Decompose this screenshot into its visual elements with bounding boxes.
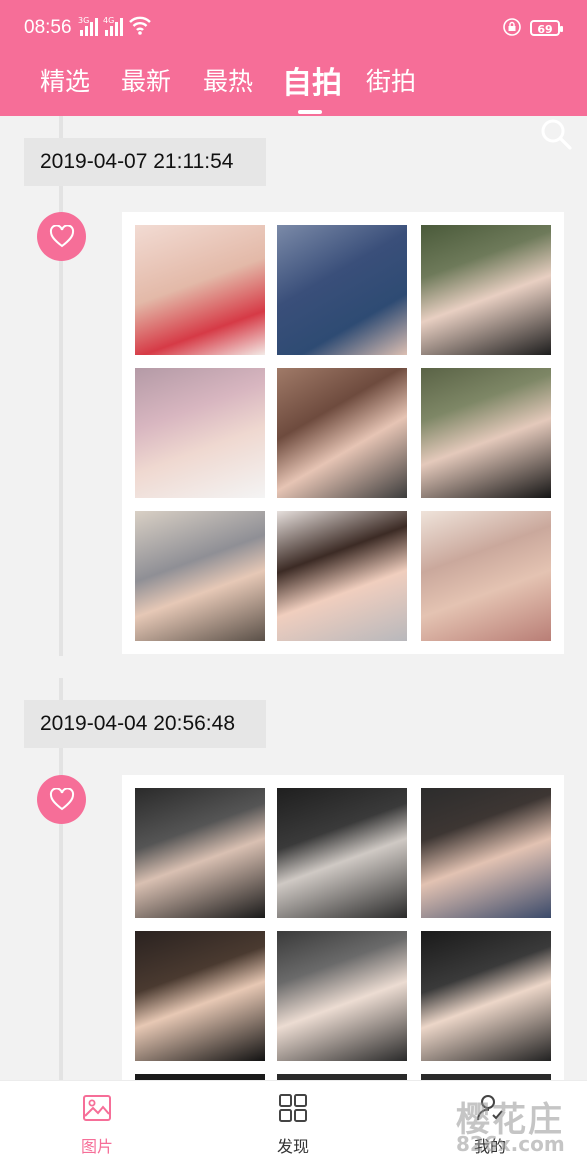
photo-thumbnail[interactable] — [277, 368, 407, 498]
photo-thumbnail[interactable] — [421, 511, 551, 641]
post-date: 2019-04-04 20:56:48 — [24, 700, 266, 748]
photo-grid-card — [122, 775, 564, 1080]
photo-thumbnail[interactable] — [135, 225, 265, 355]
photo-thumbnail[interactable] — [277, 788, 407, 918]
photo-thumbnail[interactable] — [135, 368, 265, 498]
timeline-line — [59, 116, 63, 656]
grid-icon — [279, 1094, 307, 1122]
tab-selfie[interactable]: 自拍 — [282, 58, 342, 102]
category-tabs: 精选 最新 最热 自拍 街拍 — [0, 56, 587, 150]
photo-thumbnail[interactable] — [421, 368, 551, 498]
photo-thumbnail[interactable] — [135, 511, 265, 641]
photo-thumbnail[interactable] — [421, 788, 551, 918]
post-date: 2019-04-07 21:11:54 — [24, 138, 266, 186]
rotation-lock-icon — [503, 18, 521, 36]
like-button[interactable] — [37, 775, 86, 824]
signal-3g-icon: 3G — [78, 16, 98, 36]
nav-pictures[interactable]: 图片 — [37, 1081, 157, 1164]
battery-indicator: 69 — [530, 20, 563, 36]
status-time: 08:56 — [24, 17, 72, 38]
picture-icon — [83, 1095, 111, 1121]
nav-label: 发现 — [276, 1137, 309, 1156]
photo-grid-card — [122, 212, 564, 654]
photo-thumbnail[interactable] — [135, 931, 265, 1061]
like-button[interactable] — [37, 212, 86, 261]
photo-thumbnail[interactable] — [421, 931, 551, 1061]
heart-icon — [49, 224, 74, 247]
tab-hottest[interactable]: 最热 — [203, 62, 253, 98]
tab-street[interactable]: 街拍 — [366, 62, 416, 98]
app-header: 08:56 3G 4G 69 精选 最新 最热 自拍 街拍 — [0, 0, 587, 150]
photo-thumbnail[interactable] — [421, 225, 551, 355]
active-tab-indicator — [298, 110, 322, 114]
nav-label: 图片 — [80, 1137, 113, 1156]
status-bar: 08:56 3G 4G 69 — [0, 0, 587, 56]
tab-newest[interactable]: 最新 — [121, 62, 171, 98]
watermark-url: 826x.com — [456, 1132, 565, 1156]
tab-featured[interactable]: 精选 — [40, 62, 90, 98]
wifi-icon — [129, 16, 151, 35]
heart-icon — [49, 787, 74, 810]
search-icon[interactable] — [538, 116, 574, 152]
photo-thumbnail[interactable] — [135, 788, 265, 918]
photo-thumbnail[interactable] — [277, 931, 407, 1061]
signal-4g-icon: 4G — [103, 16, 123, 36]
nav-discover[interactable]: 发现 — [233, 1081, 353, 1164]
photo-thumbnail[interactable] — [277, 511, 407, 641]
photo-thumbnail[interactable] — [277, 225, 407, 355]
